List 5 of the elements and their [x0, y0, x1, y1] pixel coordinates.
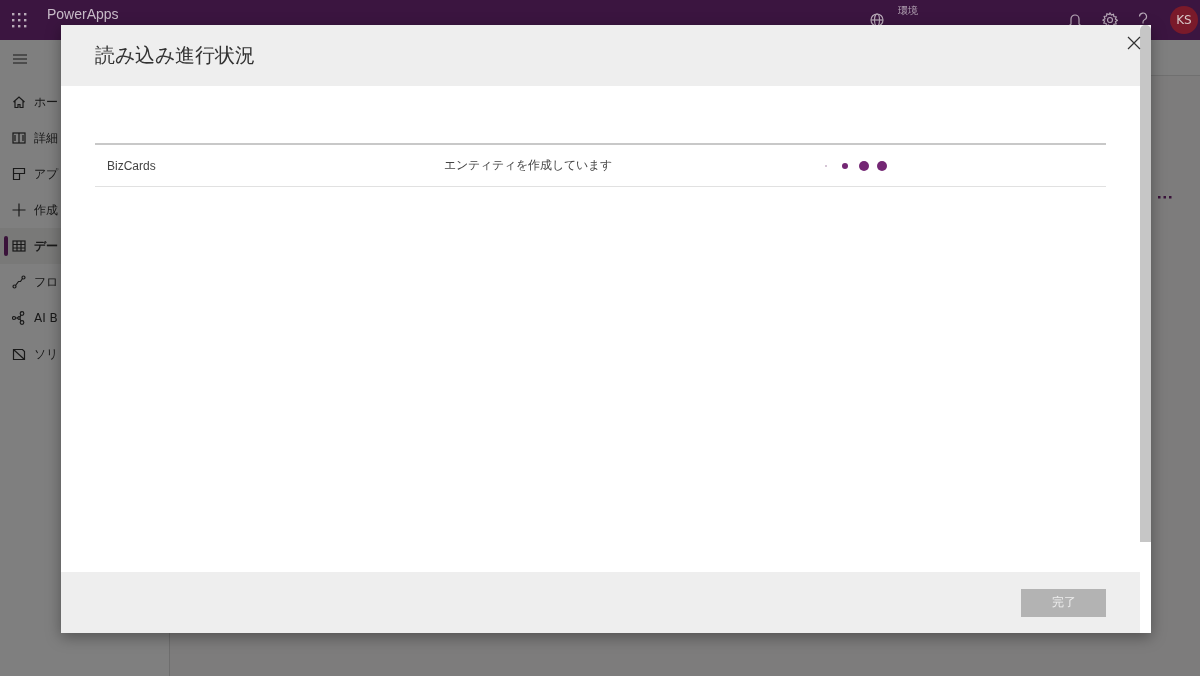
- table-cell-text: BizCards: [106, 158, 157, 173]
- environment-label: 環境: [898, 4, 918, 17]
- status-text: エンティティを作成しています: [444, 157, 613, 174]
- app-title: PowerApps: [47, 6, 119, 22]
- dialog-title: 読み込み進行状況: [95, 42, 255, 69]
